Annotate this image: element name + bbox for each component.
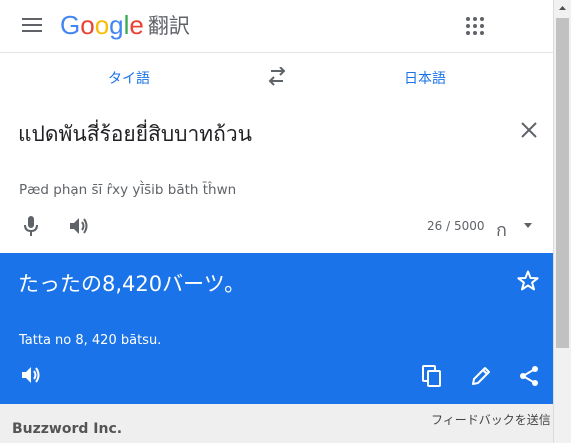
thai-keyboard-icon[interactable]: ก [496, 215, 536, 241]
logo-letter: G [60, 9, 81, 40]
translation-panel: たったの8,420バーツ。 Tatta no 8, 420 bātsu. [0, 253, 553, 404]
close-icon[interactable] [520, 121, 538, 139]
source-panel: แปดพันสี่ร้อยยี่สิบบาทถ้วน Pæd phạn s̄ī … [0, 103, 553, 253]
character-count: 26 / 5000 [427, 219, 485, 233]
target-language-button[interactable]: 日本語 [404, 68, 446, 88]
logo-letter: e [129, 9, 144, 40]
logo-letter: o [80, 9, 95, 40]
scrollbar[interactable] [553, 0, 571, 443]
company-name: Buzzword Inc. [12, 421, 123, 437]
translation-transliteration: Tatta no 8, 420 bātsu. [19, 333, 162, 348]
app-header: Google 翻訳 [0, 0, 553, 52]
chevron-down-icon[interactable] [524, 223, 532, 228]
translation-text: たったの8,420バーツ。 [18, 272, 246, 296]
scrollbar-thumb[interactable] [556, 18, 569, 348]
star-icon[interactable] [517, 270, 539, 292]
speaker-icon[interactable] [20, 364, 42, 386]
source-text-input[interactable]: แปดพันสี่ร้อยยี่สิบบาทถ้วน [18, 118, 252, 151]
speaker-icon[interactable] [68, 215, 90, 237]
scroll-up-arrow-icon[interactable] [554, 0, 571, 17]
keyboard-glyph: ก [496, 220, 507, 241]
logo-letter: o [94, 9, 110, 40]
google-translate-logo[interactable]: Google 翻訳 [60, 10, 190, 40]
logo-letter: g [109, 9, 124, 40]
share-icon[interactable] [518, 365, 540, 387]
source-transliteration: Pæd phạn s̄ī r̂xy yī̀s̄ib bāth t̄ĥwn [19, 182, 237, 198]
edit-icon[interactable] [470, 365, 492, 387]
language-bar: タイ語 日本語 [0, 52, 553, 104]
swap-languages-icon[interactable] [266, 66, 288, 87]
microphone-icon[interactable] [22, 215, 40, 237]
hamburger-menu-icon[interactable] [22, 16, 44, 34]
send-feedback-link[interactable]: フィードバックを送信 [431, 411, 551, 428]
footer: フィードバックを送信 Buzzword Inc. [0, 404, 553, 443]
source-language-button[interactable]: タイ語 [108, 68, 150, 88]
apps-grid-icon[interactable] [466, 17, 484, 35]
logo-suffix: 翻訳 [147, 14, 190, 38]
google-wordmark: Google [60, 10, 144, 41]
copy-icon[interactable] [421, 364, 443, 388]
